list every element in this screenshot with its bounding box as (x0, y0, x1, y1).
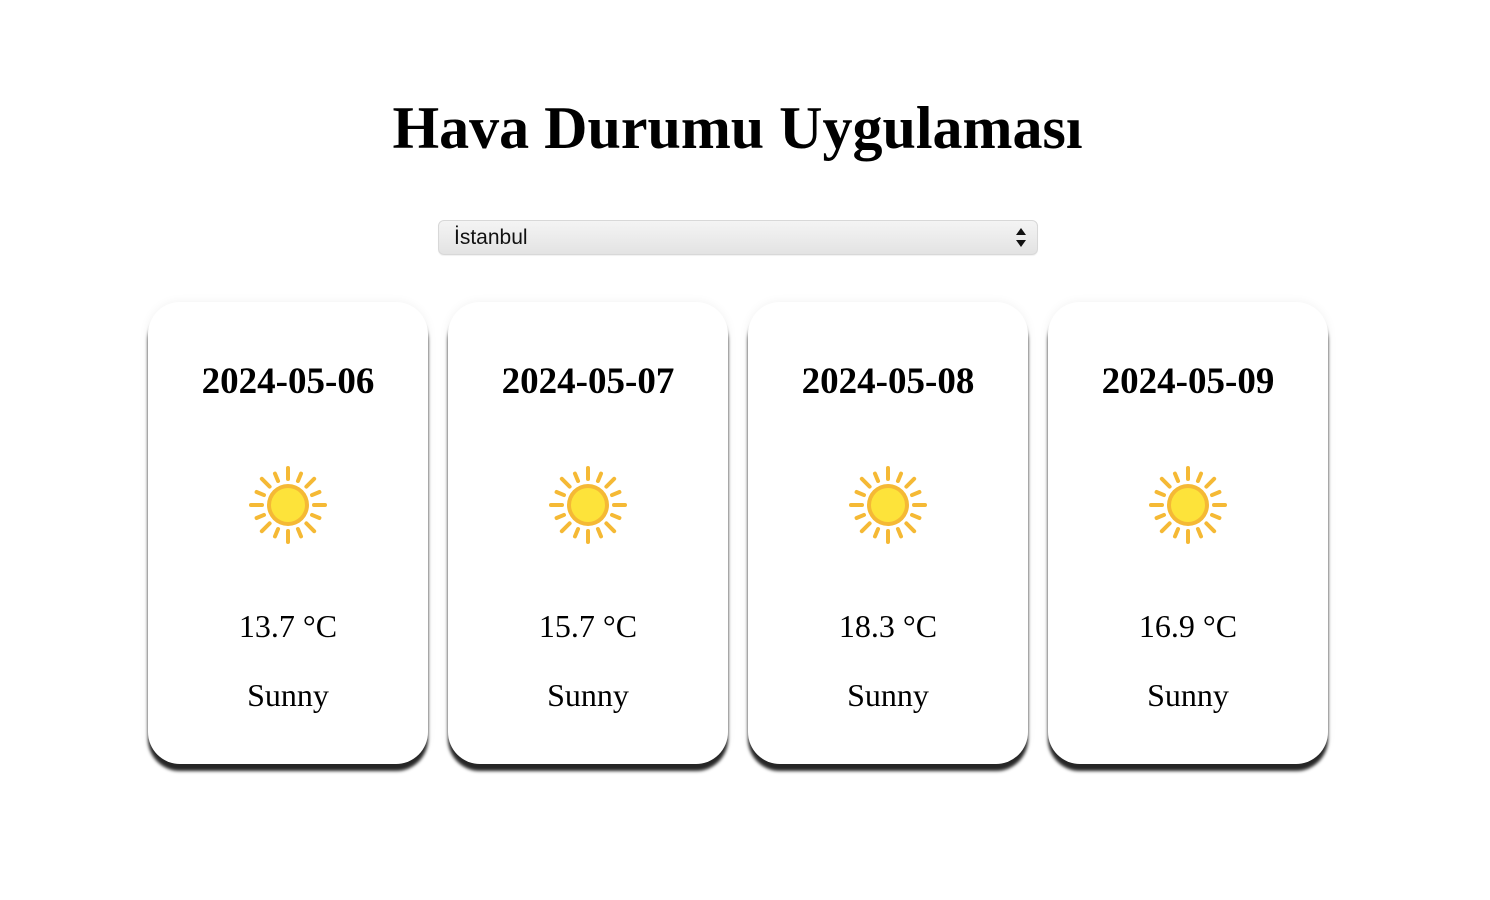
forecast-card: 2024-05-08 18.3 °C Sunny (748, 302, 1028, 764)
sun-icon (1149, 466, 1227, 544)
forecast-temperature: 18.3 °C (838, 608, 938, 644)
forecast-temperature: 15.7 °C (538, 608, 638, 644)
forecast-date: 2024-05-06 (201, 361, 375, 402)
forecast-card: 2024-05-09 16.9 °C Sunny (1048, 302, 1328, 764)
sun-icon (249, 466, 327, 544)
forecast-condition: Sunny (547, 677, 629, 713)
sun-icon (849, 466, 927, 544)
forecast-cards: 2024-05-06 13.7 °C Sunny 2024-05-07 15.7… (148, 302, 1328, 764)
forecast-temperature: 16.9 °C (1138, 608, 1238, 644)
forecast-date: 2024-05-08 (801, 361, 975, 402)
city-select[interactable]: İstanbul (438, 220, 1038, 255)
forecast-condition: Sunny (1147, 677, 1229, 713)
forecast-condition: Sunny (247, 677, 329, 713)
forecast-temperature: 13.7 °C (238, 608, 338, 644)
sun-icon (549, 466, 627, 544)
page-title: Hava Durumu Uygulaması (392, 95, 1083, 161)
select-arrows-icon (1007, 220, 1037, 255)
forecast-date: 2024-05-09 (1101, 361, 1275, 402)
forecast-date: 2024-05-07 (501, 361, 675, 402)
city-select-value: İstanbul (454, 225, 528, 249)
forecast-condition: Sunny (847, 677, 929, 713)
forecast-card: 2024-05-06 13.7 °C Sunny (148, 302, 428, 764)
forecast-card: 2024-05-07 15.7 °C Sunny (448, 302, 728, 764)
